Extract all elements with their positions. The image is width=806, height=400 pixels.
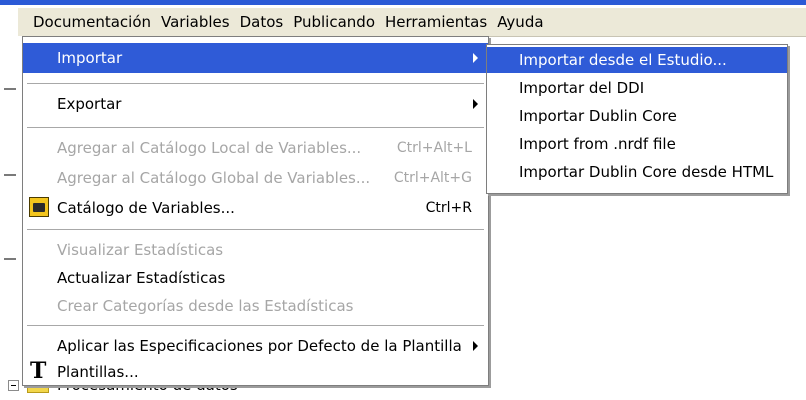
menu-separator bbox=[27, 229, 484, 230]
menu-item-actualizar[interactable]: Actualizar Estadísticas bbox=[23, 263, 488, 293]
menu-documentacion[interactable]: Documentación bbox=[28, 8, 156, 36]
submenu-item-label: Import from .nrdf file bbox=[519, 135, 676, 153]
menu-datos[interactable]: Datos bbox=[235, 8, 289, 36]
menu-item-label: Visualizar Estadísticas bbox=[57, 241, 224, 259]
submenu-item-label: Importar Dublin Core desde HTML bbox=[519, 163, 774, 181]
tree-panel bbox=[0, 36, 22, 400]
menu-variables[interactable]: Variables bbox=[156, 8, 235, 36]
menu-item-label: Agregar al Catálogo Local de Variables..… bbox=[57, 139, 362, 157]
menu-item-label: Crear Categorías desde las Estadísticas bbox=[57, 297, 354, 315]
submenu-item-importar-ddi[interactable]: Importar del DDI bbox=[487, 75, 787, 101]
submenu-item-label: Importar desde el Estudio... bbox=[519, 51, 727, 69]
menu-item-label: Actualizar Estadísticas bbox=[57, 269, 226, 287]
menu-separator bbox=[27, 325, 484, 326]
tree-line bbox=[4, 258, 16, 260]
submenu-arrow-icon bbox=[473, 341, 478, 351]
menu-item-label: Catálogo de Variables... bbox=[57, 199, 235, 217]
menu-item-importar[interactable]: Importar bbox=[23, 43, 488, 73]
submenu-arrow-icon bbox=[473, 99, 478, 109]
menu-item-label: Exportar bbox=[57, 95, 122, 113]
menu-item-label: Importar bbox=[57, 49, 123, 67]
menu-separator bbox=[27, 83, 484, 84]
submenu-item-importar-dublin-core-html[interactable]: Importar Dublin Core desde HTML bbox=[487, 159, 787, 185]
menu-item-exportar[interactable]: Exportar bbox=[23, 89, 488, 119]
shortcut-label: Ctrl+Alt+G bbox=[393, 170, 472, 186]
menu-publicando[interactable]: Publicando bbox=[288, 8, 380, 36]
submenu-item-import-nrdf[interactable]: Import from .nrdf file bbox=[487, 131, 787, 157]
submenu-item-importar-estudio[interactable]: Importar desde el Estudio... bbox=[487, 47, 787, 73]
submenu-item-label: Importar del DDI bbox=[519, 79, 645, 97]
menu-item-catalogo[interactable]: Catálogo de Variables... Ctrl+R bbox=[23, 193, 488, 223]
tree-line bbox=[4, 88, 16, 90]
documentacion-dropdown: Importar Exportar Agregar al Catálogo Lo… bbox=[22, 36, 489, 386]
menu-item-label: Aplicar las Especificaciones por Defecto… bbox=[57, 337, 462, 355]
menu-ayuda[interactable]: Ayuda bbox=[492, 8, 548, 36]
menu-item-plantillas[interactable]: T Plantillas... bbox=[23, 357, 488, 387]
menu-item-visualizar[interactable]: Visualizar Estadísticas bbox=[23, 235, 488, 265]
tree-line bbox=[4, 174, 16, 176]
menu-item-agregar-local[interactable]: Agregar al Catálogo Local de Variables..… bbox=[23, 133, 488, 163]
template-t-icon: T bbox=[30, 358, 47, 384]
importar-submenu: Importar desde el Estudio... Importar de… bbox=[486, 44, 788, 194]
submenu-arrow-icon bbox=[473, 53, 478, 63]
menu-item-crear-categorias[interactable]: Crear Categorías desde las Estadísticas bbox=[23, 291, 488, 321]
menu-herramientas[interactable]: Herramientas bbox=[380, 8, 492, 36]
shortcut-label: Ctrl+R bbox=[425, 200, 472, 216]
tree-collapse-icon[interactable] bbox=[8, 379, 19, 391]
menu-separator bbox=[27, 127, 484, 128]
submenu-item-importar-dublin-core[interactable]: Importar Dublin Core bbox=[487, 103, 787, 129]
shortcut-label: Ctrl+Alt+L bbox=[396, 140, 472, 156]
window-title-strip bbox=[0, 0, 806, 5]
catalog-icon bbox=[29, 197, 49, 217]
menu-item-agregar-global[interactable]: Agregar al Catálogo Global de Variables.… bbox=[23, 163, 488, 193]
menu-item-label: Plantillas... bbox=[57, 363, 139, 381]
menu-bar: Documentación Variables Datos Publicando… bbox=[18, 8, 806, 37]
menu-item-label: Agregar al Catálogo Global de Variables.… bbox=[57, 169, 371, 187]
submenu-item-label: Importar Dublin Core bbox=[519, 107, 677, 125]
